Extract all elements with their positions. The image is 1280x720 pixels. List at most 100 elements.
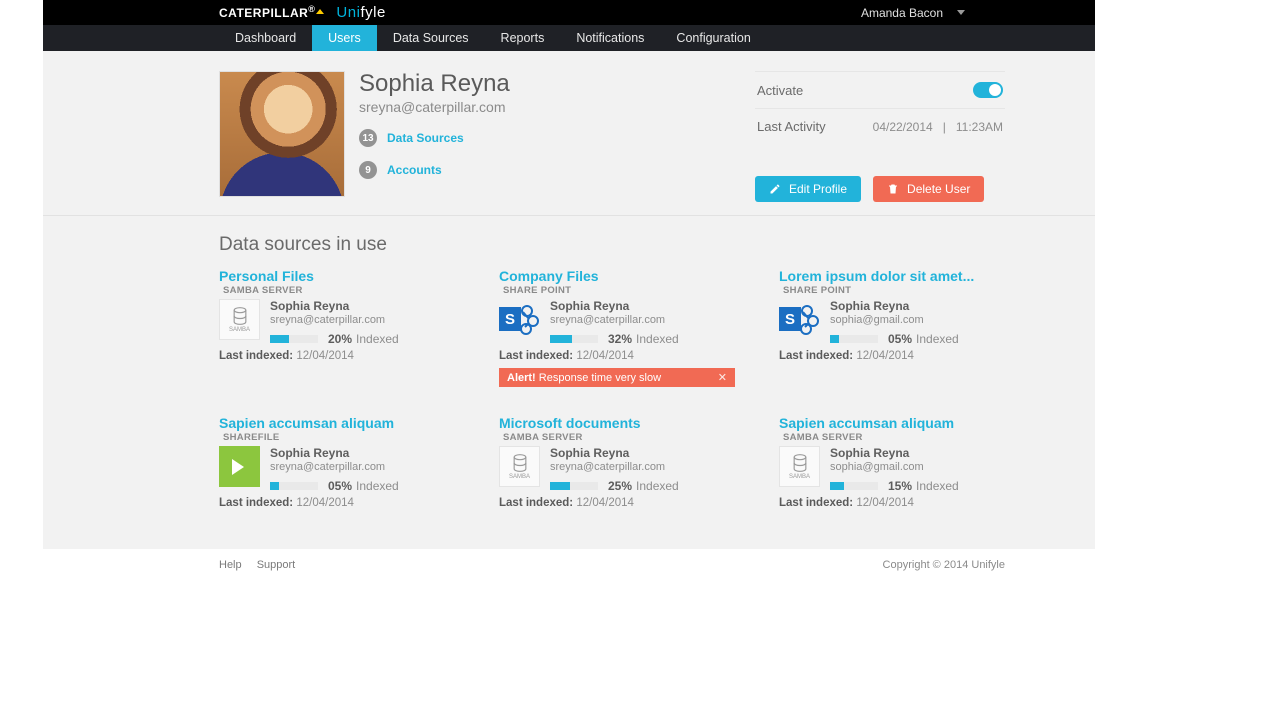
svg-text:S: S <box>785 311 795 328</box>
last-indexed: Last indexed: 12/04/2014 <box>219 350 475 362</box>
data-source-type: SHARE POINT <box>503 285 755 296</box>
indexed-label: Indexed <box>916 479 959 493</box>
trash-icon <box>887 183 899 195</box>
nav-item-dashboard[interactable]: Dashboard <box>219 25 312 51</box>
data-source-type: SAMBA SERVER <box>783 432 1035 443</box>
last-indexed: Last indexed: 12/04/2014 <box>779 497 1035 509</box>
samba-icon: SAMBA <box>219 299 260 340</box>
last-indexed: Last indexed: 12/04/2014 <box>219 497 475 509</box>
stat-row: 13 Data Sources <box>359 129 510 147</box>
index-percent: 05% <box>888 332 912 346</box>
data-source-card: Personal FilesSAMBA SERVERSAMBASophia Re… <box>219 268 475 387</box>
data-source-owner: Sophia Reyna <box>550 446 679 460</box>
footer-help-link[interactable]: Help <box>219 559 242 571</box>
activate-toggle[interactable] <box>973 82 1003 98</box>
data-source-owner: Sophia Reyna <box>270 446 399 460</box>
brand-unifyle: Unifyle <box>336 4 385 21</box>
sharepoint-icon: S <box>779 299 820 340</box>
data-source-type: SHARE POINT <box>783 285 1035 296</box>
data-source-type: SAMBA SERVER <box>503 432 755 443</box>
alert-banner: Alert! Response time very slow✕ <box>499 368 735 387</box>
index-progress-bar <box>270 335 318 343</box>
footer-copyright: Copyright © 2014 Unifyle <box>883 559 1005 571</box>
profile-name: Sophia Reyna <box>359 71 510 97</box>
last-indexed: Last indexed: 12/04/2014 <box>779 350 1035 362</box>
data-source-email: sreyna@caterpillar.com <box>550 314 679 326</box>
data-source-title[interactable]: Sapien accumsan aliquam <box>219 415 475 431</box>
data-source-owner: Sophia Reyna <box>830 446 959 460</box>
nav-item-reports[interactable]: Reports <box>485 25 561 51</box>
activate-row: Activate <box>755 71 1005 108</box>
index-percent: 32% <box>608 332 632 346</box>
data-source-title[interactable]: Microsoft documents <box>499 415 755 431</box>
index-percent: 15% <box>888 479 912 493</box>
user-menu[interactable]: Amanda Bacon <box>861 0 965 25</box>
caterpillar-triangle-icon <box>316 9 324 14</box>
data-source-owner: Sophia Reyna <box>550 299 679 313</box>
footer: Help Support Copyright © 2014 Unifyle <box>43 549 1095 581</box>
indexed-label: Indexed <box>356 332 399 346</box>
user-menu-name: Amanda Bacon <box>861 6 943 20</box>
registered-icon: ® <box>308 4 315 14</box>
brand-unifyle-suffix: fyle <box>360 4 385 21</box>
indexed-label: Indexed <box>916 332 959 346</box>
last-indexed: Last indexed: 12/04/2014 <box>499 350 755 362</box>
data-source-title[interactable]: Company Files <box>499 268 755 284</box>
stat-count-badge: 13 <box>359 129 377 147</box>
sharepoint-icon: S <box>499 299 540 340</box>
data-source-email: sophia@gmail.com <box>830 314 959 326</box>
delete-user-button[interactable]: Delete User <box>873 176 984 202</box>
activate-label: Activate <box>757 83 803 98</box>
nav-item-users[interactable]: Users <box>312 25 377 51</box>
data-source-owner: Sophia Reyna <box>830 299 959 313</box>
data-source-title[interactable]: Personal Files <box>219 268 475 284</box>
data-source-card: Microsoft documentsSAMBA SERVER SAMBA Soph… <box>499 415 755 509</box>
data-source-card: Sapien accumsan aliquamSHAREFILESophia R… <box>219 415 475 509</box>
data-source-title[interactable]: Lorem ipsum dolor sit amet... <box>779 268 1035 284</box>
data-source-email: sreyna@caterpillar.com <box>550 461 679 473</box>
close-icon[interactable]: ✕ <box>718 371 727 384</box>
pencil-icon <box>769 183 781 195</box>
samba-icon: SAMBA <box>499 446 540 487</box>
edit-profile-label: Edit Profile <box>789 182 847 196</box>
indexed-label: Indexed <box>636 332 679 346</box>
brand-caterpillar-text: CATERPILLAR <box>219 6 308 20</box>
data-source-email: sreyna@caterpillar.com <box>270 461 399 473</box>
last-indexed: Last indexed: 12/04/2014 <box>499 497 755 509</box>
index-progress-bar <box>550 482 598 490</box>
stat-row: 9 Accounts <box>359 161 510 179</box>
data-source-title[interactable]: Sapien accumsan aliquam <box>779 415 1035 431</box>
data-source-card: Company FilesSHARE POINT S Sophia Reynasre… <box>499 268 755 387</box>
chevron-down-icon <box>957 10 965 15</box>
stat-link-accounts[interactable]: Accounts <box>387 163 442 177</box>
last-activity-label: Last Activity <box>757 119 826 134</box>
avatar <box>219 71 345 197</box>
topbar: CATERPILLAR ® Unifyle Amanda Bacon <box>43 0 1095 25</box>
index-percent: 20% <box>328 332 352 346</box>
indexed-label: Indexed <box>636 479 679 493</box>
profile-header: Sophia Reyna sreyna@caterpillar.com 13Da… <box>43 51 1095 216</box>
profile-side-panel: Activate Last Activity 04/22/2014 | 11:2… <box>755 71 1005 202</box>
last-activity-value: 04/22/2014 | 11:23AM <box>873 120 1003 134</box>
nav-item-configuration[interactable]: Configuration <box>660 25 766 51</box>
brand-unifyle-prefix: Uni <box>336 4 360 21</box>
data-source-card: Sapien accumsan aliquamSAMBA SERVER SAMBA… <box>779 415 1035 509</box>
sharefile-icon <box>219 446 260 487</box>
edit-profile-button[interactable]: Edit Profile <box>755 176 861 202</box>
footer-support-link[interactable]: Support <box>257 559 296 571</box>
data-source-type: SAMBA SERVER <box>223 285 475 296</box>
stat-count-badge: 9 <box>359 161 377 179</box>
index-percent: 25% <box>608 479 632 493</box>
index-progress-bar <box>550 335 598 343</box>
nav-item-notifications[interactable]: Notifications <box>560 25 660 51</box>
indexed-label: Indexed <box>356 479 399 493</box>
data-source-email: sreyna@caterpillar.com <box>270 314 399 326</box>
last-activity-row: Last Activity 04/22/2014 | 11:23AM <box>755 108 1005 144</box>
main-nav: DashboardUsersData SourcesReportsNotific… <box>43 25 1095 51</box>
samba-icon: SAMBA <box>779 446 820 487</box>
brand-caterpillar: CATERPILLAR ® <box>219 6 324 20</box>
nav-item-data-sources[interactable]: Data Sources <box>377 25 485 51</box>
stat-link-data-sources[interactable]: Data Sources <box>387 131 464 145</box>
index-progress-bar <box>830 482 878 490</box>
svg-text:S: S <box>505 311 515 328</box>
